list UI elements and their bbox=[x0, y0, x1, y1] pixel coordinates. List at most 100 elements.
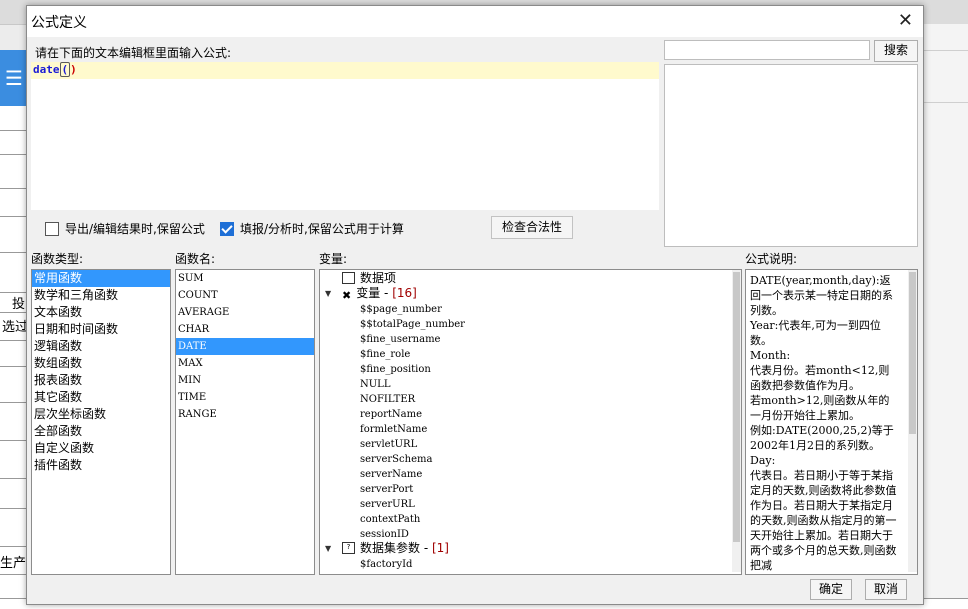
variable-item[interactable]: $fine_username bbox=[360, 334, 440, 345]
variable-item[interactable]: serverURL bbox=[360, 499, 415, 510]
function-name-item[interactable]: TIME bbox=[176, 389, 314, 406]
variable-item[interactable]: NOFILTER bbox=[360, 394, 415, 405]
variable-item[interactable]: serverPort bbox=[360, 484, 413, 495]
function-type-item[interactable]: 数学和三角函数 bbox=[32, 287, 170, 304]
tree-row[interactable]: $fine_username bbox=[360, 331, 440, 346]
background-cell-text: 生产 bbox=[0, 556, 27, 571]
function-type-label: 函数类型: bbox=[31, 252, 84, 266]
tree-row[interactable]: ✖ 变量 - [16] bbox=[342, 286, 417, 302]
keep-for-calc-option[interactable]: 填报/分析时,保留公式用于计算 bbox=[220, 220, 404, 237]
function-type-list[interactable]: 常用函数 数学和三角函数 文本函数 日期和时间函数 逻辑函数 数组函数 报表函数 其它函数 层次… bbox=[31, 269, 171, 575]
function-type-item[interactable]: 数组函数 bbox=[32, 355, 170, 372]
description-line: 代表日。若日期小于等于某指定月的天数,则函数将此参数值作为日。若日期大于某指定月… bbox=[750, 469, 897, 572]
function-type-item[interactable]: 报表函数 bbox=[32, 372, 170, 389]
variables-tree[interactable]: 数据项 ▼ ✖ 变量 - [16] $$page_number $$totalPage_n… bbox=[319, 269, 742, 575]
tree-row[interactable]: NOFILTER bbox=[360, 391, 415, 406]
variable-item[interactable]: $$totalPage_number bbox=[360, 319, 465, 330]
search-result-list[interactable] bbox=[664, 64, 918, 247]
keep-formula-option[interactable]: 导出/编辑结果时,保留公式 bbox=[45, 220, 205, 237]
formula-dialog: 公式定义 ✕ 请在下面的文本编辑框里面输入公式: date() 搜索 导出/编辑… bbox=[26, 5, 924, 605]
check-validity-button[interactable]: 检查合法性 bbox=[491, 216, 573, 239]
function-name-label: 函数名: bbox=[175, 252, 216, 266]
expand-arrow-icon[interactable]: ▼ bbox=[325, 289, 331, 298]
variable-item[interactable]: NULL bbox=[360, 379, 390, 390]
tree-row[interactable]: $fine_role bbox=[360, 346, 410, 361]
function-name-item[interactable]: DATE bbox=[176, 338, 314, 355]
description-line: Month: bbox=[750, 349, 791, 362]
function-type-item[interactable]: 自定义函数 bbox=[32, 440, 170, 457]
keep-for-calc-checkbox[interactable] bbox=[220, 221, 234, 236]
function-name-item[interactable]: COUNT bbox=[176, 287, 314, 304]
variable-item[interactable]: serverSchema bbox=[360, 454, 432, 465]
tree-node-label: 变量 bbox=[356, 286, 381, 300]
tree-node-separator: - bbox=[420, 541, 432, 555]
tree-row[interactable]: NULL bbox=[360, 376, 390, 391]
tree-row[interactable]: $$page_number bbox=[360, 301, 442, 316]
formula-text[interactable]: date() bbox=[33, 62, 77, 77]
search-button[interactable]: 搜索 bbox=[874, 40, 918, 62]
description-scrollbar-thumb[interactable] bbox=[909, 272, 916, 434]
function-type-item[interactable]: 常用函数 bbox=[32, 270, 170, 287]
search-input[interactable] bbox=[664, 40, 870, 60]
dialog-title: 公式定义 bbox=[31, 15, 87, 31]
function-type-item[interactable]: 全部函数 bbox=[32, 423, 170, 440]
formula-function-name: date bbox=[33, 63, 60, 76]
tree-row[interactable]: reportName bbox=[360, 406, 422, 421]
ok-button[interactable]: 确定 bbox=[810, 579, 852, 600]
close-icon[interactable]: ✕ bbox=[898, 10, 913, 32]
variable-item[interactable]: $$page_number bbox=[360, 304, 442, 315]
tree-row[interactable]: ? 数据集参数 - [1] bbox=[342, 541, 449, 556]
variables-scrollbar-thumb[interactable] bbox=[733, 272, 740, 542]
tree-row[interactable]: $factoryId bbox=[360, 556, 412, 571]
variable-item[interactable]: serverName bbox=[360, 469, 422, 480]
variable-item[interactable]: $fine_role bbox=[360, 349, 410, 360]
function-type-item[interactable]: 逻辑函数 bbox=[32, 338, 170, 355]
description-scrollbar[interactable] bbox=[908, 270, 917, 572]
tree-row[interactable]: servletURL bbox=[360, 436, 417, 451]
tree-row[interactable]: contextPath bbox=[360, 511, 420, 526]
background-menu-button[interactable]: ☰ bbox=[0, 50, 28, 106]
tree-row[interactable]: $$totalPage_number bbox=[360, 316, 465, 331]
tree-node-count: [16] bbox=[392, 286, 417, 300]
formula-close-paren: ) bbox=[70, 63, 77, 76]
tree-row[interactable]: 数据项 bbox=[342, 271, 396, 286]
dataset-parameter-item[interactable]: $factoryId bbox=[360, 559, 412, 570]
dialog-titlebar: 公式定义 ✕ bbox=[27, 6, 923, 37]
function-name-item[interactable]: MIN bbox=[176, 372, 314, 389]
tree-row[interactable]: serverName bbox=[360, 466, 422, 481]
description-line: 例如:DATE(2000,25,2)等于2002年1月2日的系列数。 bbox=[750, 424, 894, 452]
variable-item[interactable]: sessionID bbox=[360, 529, 409, 540]
expand-arrow-icon[interactable]: ▼ bbox=[325, 544, 331, 553]
tree-row[interactable]: formletName bbox=[360, 421, 427, 436]
function-type-item[interactable]: 插件函数 bbox=[32, 457, 170, 474]
function-name-list[interactable]: SUM COUNT AVERAGE CHAR DATE MAX MIN TIME RANGE bbox=[175, 269, 315, 575]
description-line: 代表月份。若month<12,则函数把参数值作为月。 bbox=[750, 364, 890, 392]
variables-scrollbar[interactable] bbox=[732, 270, 741, 572]
variable-item[interactable]: contextPath bbox=[360, 514, 420, 525]
tree-node-label: 数据项 bbox=[360, 271, 397, 285]
function-type-item[interactable]: 文本函数 bbox=[32, 304, 170, 321]
description-text: DATE(year,month,day):返回一个表示某一特定日期的系列数。 Ye… bbox=[746, 270, 902, 573]
background-cell-text: 选过 bbox=[2, 320, 29, 335]
function-name-item[interactable]: AVERAGE bbox=[176, 304, 314, 321]
function-name-item[interactable]: CHAR bbox=[176, 321, 314, 338]
function-name-item[interactable]: RANGE bbox=[176, 406, 314, 423]
cancel-button[interactable]: 取消 bbox=[865, 579, 907, 600]
keep-formula-checkbox[interactable] bbox=[45, 221, 59, 236]
variable-item[interactable]: $fine_position bbox=[360, 364, 431, 375]
function-type-item[interactable]: 其它函数 bbox=[32, 389, 170, 406]
tree-row[interactable]: sessionID bbox=[360, 526, 409, 541]
tree-row[interactable]: serverURL bbox=[360, 496, 415, 511]
variable-item[interactable]: formletName bbox=[360, 424, 427, 435]
tree-row[interactable]: serverSchema bbox=[360, 451, 432, 466]
formula-editor[interactable]: date() bbox=[31, 62, 659, 210]
tree-row[interactable]: $fine_position bbox=[360, 361, 431, 376]
function-name-item[interactable]: MAX bbox=[176, 355, 314, 372]
function-name-item[interactable]: SUM bbox=[176, 270, 314, 287]
variable-item[interactable]: reportName bbox=[360, 409, 422, 420]
tree-row[interactable]: serverPort bbox=[360, 481, 413, 496]
function-type-item[interactable]: 日期和时间函数 bbox=[32, 321, 170, 338]
function-type-item[interactable]: 层次坐标函数 bbox=[32, 406, 170, 423]
background-right-panel bbox=[922, 24, 968, 598]
variable-item[interactable]: servletURL bbox=[360, 439, 417, 450]
